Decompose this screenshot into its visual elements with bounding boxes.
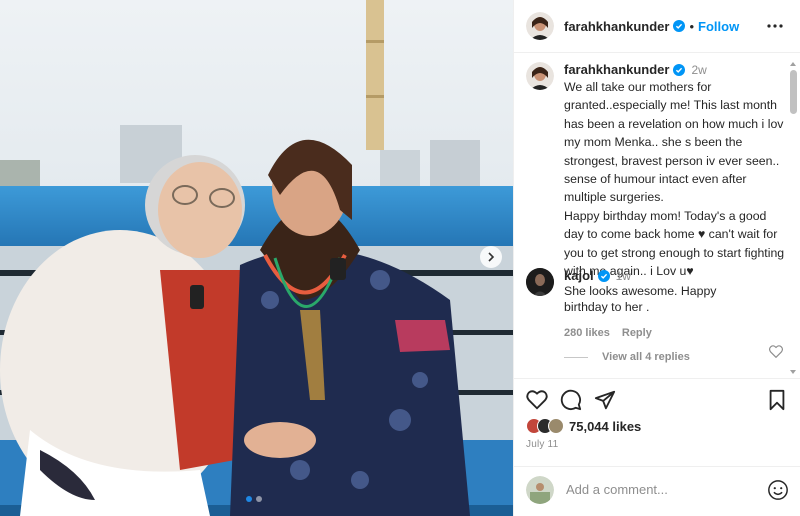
- verified-badge-icon: [597, 269, 610, 282]
- post-date[interactable]: July 11: [526, 439, 558, 450]
- post-side-panel: farahkhankunder • Follow farahkhankunder…: [513, 0, 800, 516]
- post-actions-bar: [514, 378, 800, 418]
- view-replies-label: View all 4 replies: [602, 351, 690, 363]
- header-separator: •: [689, 18, 695, 34]
- scroll-down-arrow[interactable]: [790, 370, 796, 374]
- avatar-image: [526, 12, 554, 40]
- carousel-dot-active: [246, 496, 252, 502]
- carousel-indicator: [246, 496, 262, 502]
- comment-input[interactable]: [566, 482, 756, 497]
- carousel-dot: [256, 496, 262, 502]
- post-photo[interactable]: [0, 0, 513, 516]
- replies-divider: [564, 356, 588, 358]
- comments-list[interactable]: farahkhankunder 2w We all take our mothe…: [514, 54, 800, 376]
- carousel-next-button[interactable]: [480, 246, 502, 268]
- commenter-avatar[interactable]: [526, 268, 554, 296]
- caption-text: We all take our mothers for granted..esp…: [564, 80, 785, 279]
- commenter-username[interactable]: kajol: [564, 268, 594, 283]
- comments-scrollbar[interactable]: [788, 62, 798, 374]
- avatar-image: [526, 475, 554, 504]
- comment-item: kajol 1w She looks awesome. Happy birthd…: [526, 268, 786, 358]
- comment-text: She looks awesome. Happy birthday to her…: [564, 284, 717, 314]
- photo-scene: [0, 0, 513, 516]
- likes-count[interactable]: 75,044 likes: [569, 419, 641, 434]
- caption-avatar[interactable]: [526, 62, 554, 90]
- comment-likes[interactable]: 280 likes: [564, 327, 610, 339]
- avatar-image: [526, 62, 554, 90]
- smiley-icon[interactable]: [767, 479, 789, 501]
- follow-button[interactable]: Follow: [698, 19, 739, 34]
- more-options-button[interactable]: [764, 15, 786, 37]
- reply-button[interactable]: Reply: [622, 327, 652, 339]
- post-header: farahkhankunder • Follow: [514, 0, 800, 53]
- liker-avatar[interactable]: [548, 418, 564, 434]
- chevron-right-icon: [488, 252, 495, 262]
- more-horizontal-icon: [767, 24, 783, 28]
- comment-composer: [514, 466, 800, 512]
- post-caption: farahkhankunder 2w We all take our mothe…: [526, 62, 786, 280]
- comment-icon[interactable]: [560, 389, 582, 411]
- bookmark-icon[interactable]: [766, 389, 788, 411]
- scroll-thumb[interactable]: [790, 70, 797, 114]
- caption-username[interactable]: farahkhankunder: [564, 62, 669, 77]
- author-avatar[interactable]: [526, 12, 554, 40]
- verified-badge-icon: [673, 63, 686, 76]
- view-replies-button[interactable]: View all 4 replies: [564, 351, 690, 363]
- verified-badge-icon: [673, 20, 686, 32]
- comment-timestamp[interactable]: 1w: [616, 269, 631, 283]
- instagram-post: farahkhankunder • Follow farahkhankunder…: [0, 0, 800, 516]
- paper-plane-icon[interactable]: [594, 389, 616, 411]
- heart-icon[interactable]: [769, 345, 783, 358]
- scroll-up-arrow[interactable]: [790, 62, 796, 66]
- likes-summary: 75,044 likes: [526, 418, 641, 434]
- avatar-image: [526, 268, 554, 296]
- heart-icon[interactable]: [526, 389, 548, 411]
- current-user-avatar: [526, 475, 554, 504]
- author-username[interactable]: farahkhankunder: [564, 19, 669, 34]
- caption-timestamp[interactable]: 2w: [691, 63, 706, 77]
